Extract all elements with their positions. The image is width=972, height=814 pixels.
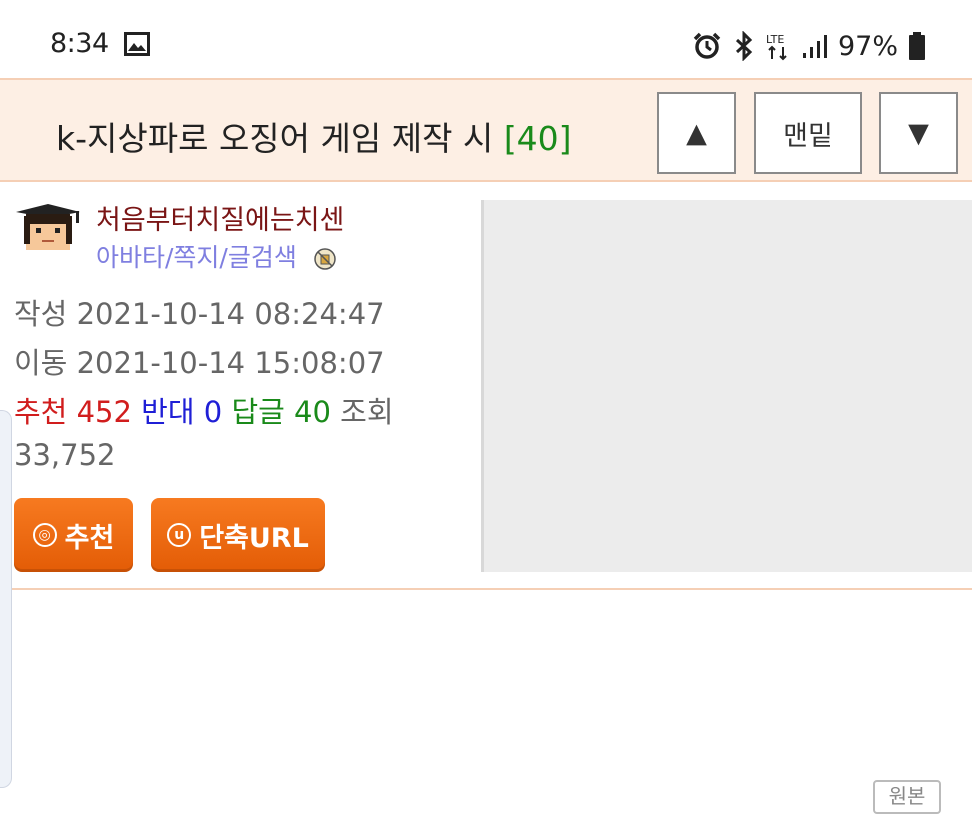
created-row: 작성 2021-10-14 08:24:47	[14, 291, 385, 333]
author-links-text[interactable]: 아바타/쪽지/글검색	[96, 243, 297, 272]
url-icon: u	[167, 523, 192, 547]
arrow-up-icon: ▲	[686, 117, 707, 149]
battery-percent: 97%	[837, 30, 898, 62]
short-url-button-label: 단축URL	[199, 522, 309, 554]
block-icon[interactable]	[313, 247, 337, 271]
recommend-label: 추천	[14, 395, 68, 429]
bluetooth-icon	[735, 31, 753, 61]
target-icon: ◎	[32, 523, 57, 547]
go-bottom-button[interactable]: 맨밑	[754, 92, 862, 174]
ad-placeholder	[481, 200, 972, 572]
post-title-bar: k-지상파로 오징어 게임 제작 시 [40] ▲ 맨밑 ▼	[0, 78, 972, 182]
original-button[interactable]: 원본	[873, 780, 941, 814]
battery-icon	[909, 32, 925, 60]
image-icon	[124, 32, 150, 56]
status-icons: LTE 97%	[692, 28, 926, 64]
recommend-count: 452	[76, 395, 132, 429]
svg-text:LTE: LTE	[766, 33, 784, 46]
created-label: 작성	[14, 297, 68, 331]
views-label: 조회	[340, 395, 394, 429]
moved-label: 이동	[14, 346, 68, 380]
reply-label: 답글	[231, 395, 285, 429]
status-bar: 8:34 LTE 97%	[0, 0, 972, 78]
divider	[0, 588, 972, 590]
oppose-count: 0	[203, 395, 223, 429]
author-links[interactable]: 아바타/쪽지/글검색	[96, 238, 337, 274]
author-nickname[interactable]: 처음부터치질에는치센	[96, 198, 344, 237]
stats-row: 추천 452 반대 0 답글 40 조회	[14, 389, 394, 431]
scroll-up-button[interactable]: ▲	[657, 92, 736, 174]
alarm-icon	[693, 32, 721, 59]
comment-count[interactable]: [40]	[504, 119, 572, 158]
short-url-button[interactable]: u 단축URL	[151, 498, 325, 572]
go-bottom-label: 맨밑	[783, 120, 833, 152]
lte-icon: LTE	[766, 33, 787, 61]
moved-date: 2021-10-14 15:08:07	[76, 346, 385, 380]
created-date: 2021-10-14 08:24:47	[76, 297, 385, 331]
clock: 8:34	[50, 28, 109, 59]
side-drawer-handle[interactable]	[0, 410, 12, 788]
post-title-text: k-지상파로 오징어 게임 제작 시	[56, 119, 494, 158]
recommend-button[interactable]: ◎ 추천	[14, 498, 133, 572]
post-title: k-지상파로 오징어 게임 제작 시 [40]	[56, 112, 572, 160]
reply-count: 40	[294, 395, 331, 429]
views-count: 33,752	[14, 438, 116, 472]
moved-row: 이동 2021-10-14 15:08:07	[14, 340, 385, 382]
scroll-down-button[interactable]: ▼	[879, 92, 958, 174]
signal-icon	[802, 35, 827, 58]
arrow-down-icon: ▼	[908, 117, 929, 149]
oppose-label: 반대	[141, 395, 195, 429]
avatar[interactable]	[14, 202, 82, 252]
recommend-button-label: 추천	[64, 522, 115, 554]
